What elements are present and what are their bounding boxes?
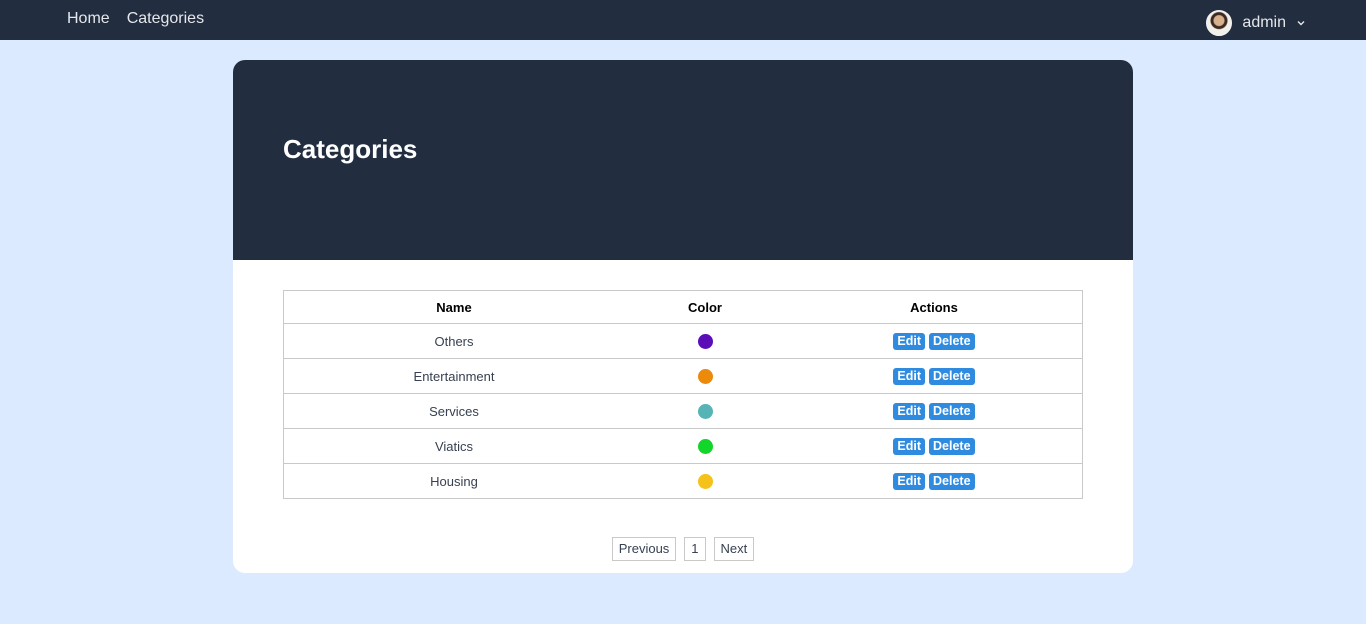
delete-button[interactable]: Delete (929, 402, 975, 420)
category-color (624, 323, 786, 359)
table-row: Housing Edit Delete (283, 463, 1083, 499)
previous-page-button[interactable]: Previous (611, 537, 677, 561)
row-actions: Edit Delete (786, 358, 1083, 394)
table-row: Others Edit Delete (283, 323, 1083, 359)
next-page-button[interactable]: Next (713, 537, 755, 561)
row-actions: Edit Delete (786, 463, 1083, 499)
header-color: Color (624, 290, 786, 324)
page-title: Categories (283, 134, 418, 164)
delete-button[interactable]: Delete (929, 367, 975, 385)
category-name: Viatics (283, 428, 624, 464)
nav-link-categories[interactable]: Categories (127, 9, 204, 29)
page-1-button[interactable]: 1 (684, 537, 706, 561)
header-name: Name (283, 290, 624, 324)
table-header-row: Name Color Actions (283, 290, 1083, 324)
category-color (624, 358, 786, 394)
category-name: Entertainment (283, 358, 624, 394)
category-color (624, 393, 786, 429)
avatar[interactable] (1206, 10, 1233, 36)
pagination: Previous 1 Next (233, 537, 1133, 561)
category-name: Housing (283, 463, 624, 499)
edit-button[interactable]: Edit (893, 437, 926, 455)
row-actions: Edit Delete (786, 428, 1083, 464)
row-actions: Edit Delete (786, 393, 1083, 429)
row-actions: Edit Delete (786, 323, 1083, 359)
table-row: Viatics Edit Delete (283, 428, 1083, 464)
nav-links: Home Categories (67, 9, 204, 29)
categories-card: Categories Name Color Actions Others Edit… (233, 60, 1133, 573)
category-name: Services (283, 393, 624, 429)
nav-link-home[interactable]: Home (67, 9, 110, 29)
delete-button[interactable]: Delete (929, 332, 975, 350)
color-swatch (697, 404, 713, 420)
delete-button[interactable]: Delete (929, 437, 975, 455)
category-color (624, 463, 786, 499)
edit-button[interactable]: Edit (893, 367, 926, 385)
top-navbar: Home Categories admin (0, 0, 1366, 40)
color-swatch (697, 439, 713, 455)
user-menu[interactable]: admin (1206, 10, 1306, 36)
card-header: Categories (233, 60, 1133, 260)
edit-button[interactable]: Edit (893, 402, 926, 420)
color-swatch (697, 334, 713, 350)
table-row: Entertainment Edit Delete (283, 358, 1083, 394)
username[interactable]: admin (1242, 14, 1286, 32)
edit-button[interactable]: Edit (893, 472, 926, 490)
category-color (624, 428, 786, 464)
categories-table: Name Color Actions Others Edit Delete Enter… (283, 290, 1083, 499)
delete-button[interactable]: Delete (929, 472, 975, 490)
edit-button[interactable]: Edit (893, 332, 926, 350)
color-swatch (697, 369, 713, 385)
category-name: Others (283, 323, 624, 359)
table-row: Services Edit Delete (283, 393, 1083, 429)
chevron-down-icon[interactable] (1296, 18, 1306, 28)
color-swatch (697, 474, 713, 490)
header-actions: Actions (786, 290, 1083, 324)
